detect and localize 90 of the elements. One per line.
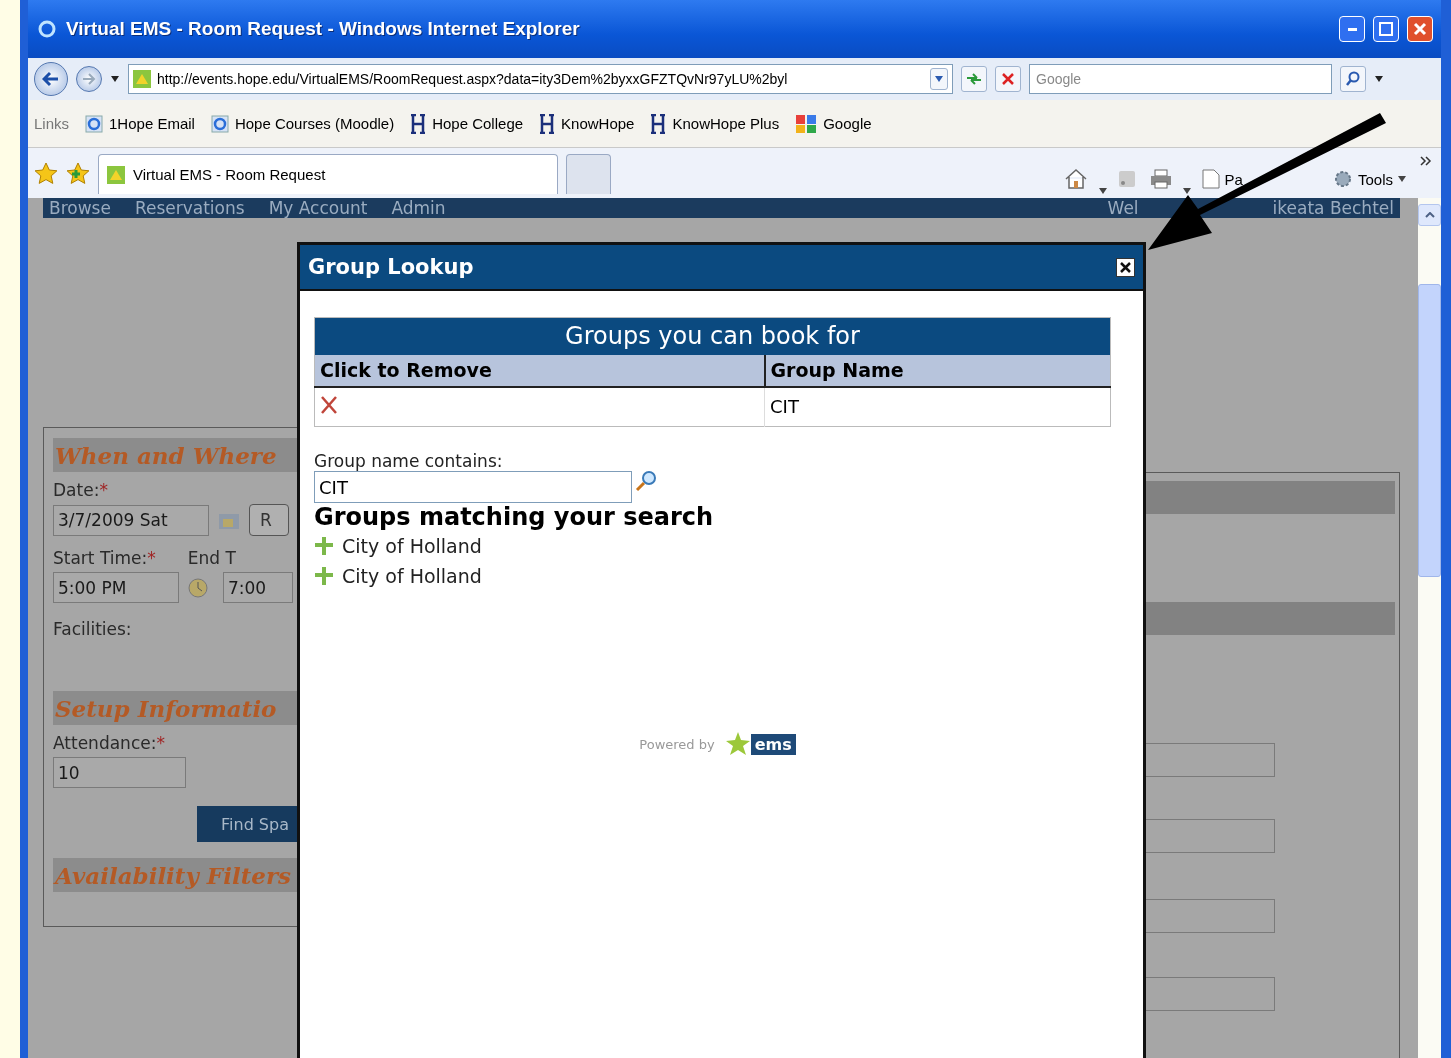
favorite-link[interactable]: 1Hope Email — [85, 114, 195, 133]
column-header: Group Name — [764, 354, 1111, 387]
plus-icon — [314, 566, 334, 586]
refresh-button[interactable] — [961, 66, 987, 92]
forward-arrow-icon — [82, 73, 96, 85]
dropdown-caret-icon[interactable] — [110, 75, 120, 83]
h-logo-icon — [410, 113, 427, 134]
search-button[interactable] — [1340, 66, 1366, 92]
favorite-link[interactable]: KnowHope Plus — [650, 113, 780, 134]
leaf-icon — [133, 70, 151, 88]
attendance-field[interactable]: 10 — [53, 757, 186, 788]
dialog-title: Group Lookup — [308, 255, 474, 279]
start-time-field[interactable]: 5:00 PM — [53, 572, 179, 603]
colored-squares-icon — [795, 113, 818, 134]
field-label: Facilities: — [53, 619, 133, 639]
chevron-icon — [1420, 156, 1432, 166]
caret-icon — [934, 75, 944, 83]
end-time-field[interactable]: 7:00 — [223, 572, 293, 603]
favorite-link[interactable]: KnowHope — [539, 113, 635, 134]
browser-logo-icon — [36, 18, 58, 40]
scroll-thumb[interactable] — [1418, 284, 1441, 577]
h-logo-icon — [650, 113, 667, 134]
refresh-icon — [965, 72, 983, 86]
stop-icon — [1001, 72, 1015, 86]
result-item[interactable]: City of Holland — [314, 561, 1111, 591]
gear-icon — [1332, 169, 1353, 189]
minimize-button[interactable] — [1339, 16, 1365, 42]
window-title: Virtual EMS - Room Request - Windows Internet Explorer — [66, 18, 581, 40]
stop-button[interactable] — [995, 66, 1021, 92]
page-icon — [1201, 169, 1220, 189]
close-button[interactable] — [1116, 257, 1135, 277]
leaf-icon — [107, 165, 125, 184]
caret-icon — [1398, 176, 1406, 182]
dropdown-caret-icon[interactable] — [1374, 75, 1384, 83]
browser-icon — [85, 114, 104, 133]
home-icon — [1063, 168, 1088, 190]
maximize-icon — [1379, 22, 1393, 36]
maximize-button[interactable] — [1373, 16, 1399, 42]
close-icon — [1413, 22, 1427, 36]
favorite-link[interactable]: Hope Courses (Moodle) — [210, 114, 395, 133]
browser-tab[interactable]: Virtual EMS - Room Request — [98, 154, 558, 194]
caret-icon — [1424, 212, 1435, 218]
search-icon — [1345, 71, 1361, 87]
nav-link[interactable]: Browse — [49, 198, 111, 218]
minimize-icon — [1347, 27, 1357, 31]
remove-icon[interactable] — [320, 394, 338, 415]
search-icon[interactable] — [634, 469, 658, 493]
field-label: Group name contains: — [314, 451, 504, 471]
back-arrow-icon — [42, 71, 60, 87]
h-logo-icon — [539, 113, 556, 134]
welcome-text: ikeata Bechtel — [1272, 198, 1394, 218]
star-icon[interactable] — [34, 162, 58, 186]
field-label: Attendance:* — [53, 733, 166, 753]
nav-link[interactable]: My Account — [268, 198, 368, 218]
welcome-text: Wel — [1107, 198, 1139, 218]
dropdown-caret-icon[interactable] — [1182, 188, 1191, 194]
address-field[interactable]: http://events.hope.edu/VirtualEMS/RoomRequest.aspx?data=ity3Dem%2byxxGFZTQvNr97yLU%2byl — [128, 64, 953, 94]
scroll-up-button[interactable] — [1418, 204, 1441, 226]
back-button[interactable] — [34, 62, 68, 96]
add-favorite-icon[interactable] — [66, 162, 90, 186]
printer-icon — [1149, 169, 1172, 189]
plus-icon — [314, 536, 334, 556]
nav-link[interactable]: Reservations — [134, 198, 245, 218]
logo-text: ems — [750, 733, 796, 755]
date-button[interactable]: R — [249, 504, 289, 536]
search-field[interactable]: Google — [1029, 64, 1332, 94]
search-field[interactable]: CIT — [314, 471, 632, 503]
table-caption: Groups you can book for — [314, 317, 1111, 355]
feed-icon — [1117, 170, 1136, 188]
column-header: Click to Remove — [314, 354, 765, 387]
forward-button[interactable] — [76, 66, 102, 92]
field-label: End T — [187, 548, 236, 568]
dropdown-caret-icon[interactable] — [1098, 188, 1107, 194]
browser-icon — [210, 114, 229, 133]
page-menu-button[interactable]: Pa — [1198, 164, 1246, 194]
dropdown-button[interactable] — [930, 68, 948, 90]
date-field[interactable]: 3/7/2009 Sat — [53, 504, 209, 536]
favorite-link[interactable]: Google — [795, 113, 872, 134]
close-icon — [1119, 260, 1132, 274]
result-item[interactable]: City of Holland — [314, 531, 1111, 561]
powered-by-text: Powered by — [639, 736, 715, 752]
star-icon — [724, 731, 751, 757]
favorite-link[interactable]: Hope College — [410, 113, 524, 134]
field-label: Date:* — [53, 480, 108, 500]
table-cell: CIT — [764, 386, 1111, 427]
field-label: Start Time:* — [53, 548, 156, 568]
results-heading: Groups matching your search — [314, 503, 715, 531]
tools-menu-button[interactable]: Tools — [1329, 164, 1409, 194]
nav-link[interactable]: Admin — [391, 198, 446, 218]
links-label: Links — [34, 115, 70, 132]
